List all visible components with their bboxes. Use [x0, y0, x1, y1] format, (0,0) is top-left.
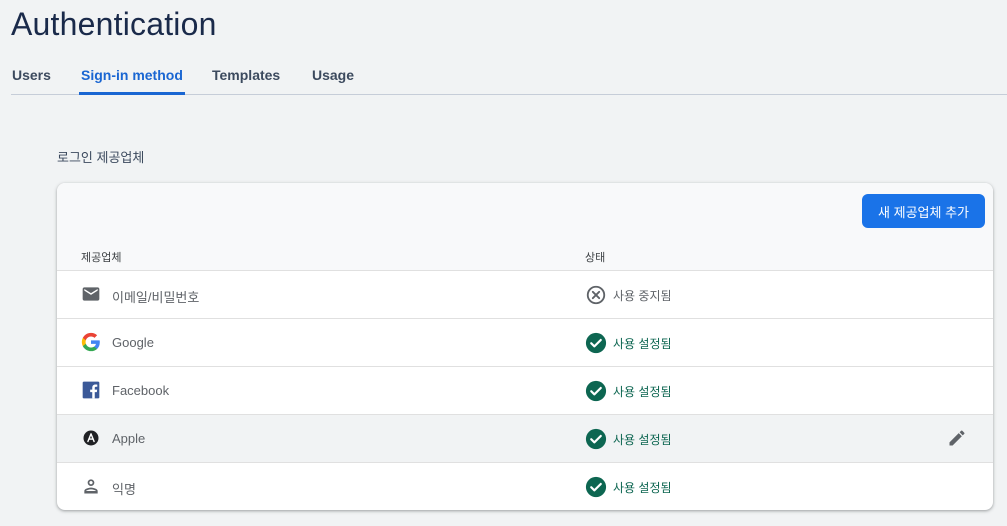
card-toolbar: 새 제공업체 추가 — [57, 183, 993, 242]
disabled-x-icon — [586, 285, 606, 305]
table-row[interactable]: Google 사용 설정됨 — [57, 319, 993, 367]
status-text: 사용 설정됨 — [613, 337, 672, 351]
check-circle-icon — [585, 380, 607, 402]
status-text: 사용 설정됨 — [613, 385, 672, 399]
table-row[interactable]: Facebook 사용 설정됨 — [57, 367, 993, 415]
check-circle-icon — [585, 428, 607, 450]
tab-templates[interactable]: Templates — [212, 67, 280, 94]
status-text: 사용 중지됨 — [613, 289, 672, 303]
page-title: Authentication — [11, 6, 217, 42]
edit-pencil-icon[interactable] — [947, 428, 967, 448]
facebook-icon — [82, 381, 100, 399]
check-circle-icon — [585, 476, 607, 498]
column-header-status: 상태 — [585, 252, 606, 264]
table-row[interactable]: 익명 사용 설정됨 — [57, 463, 993, 510]
provider-name: Apple — [112, 431, 146, 446]
tab-sign-in-method[interactable]: Sign-in method — [79, 67, 185, 95]
status-text: 사용 설정됨 — [613, 433, 672, 447]
tab-users[interactable]: Users — [12, 67, 51, 94]
person-icon — [84, 479, 98, 494]
tab-usage[interactable]: Usage — [312, 67, 354, 94]
provider-name: 익명 — [112, 482, 136, 497]
section-label: 로그인 제공업체 — [57, 150, 145, 165]
google-icon — [81, 332, 100, 352]
status-text: 사용 설정됨 — [613, 481, 672, 495]
table-row[interactable]: 이메일/비밀번호 사용 중지됨 — [57, 271, 993, 319]
table-header: 제공업체 상태 — [57, 242, 993, 271]
table-row[interactable]: Apple 사용 설정됨 — [57, 415, 993, 463]
provider-name: Facebook — [112, 383, 170, 398]
check-circle-icon — [585, 332, 607, 354]
column-header-provider: 제공업체 — [81, 252, 122, 264]
tab-bar: Users Sign-in method Templates Usage — [11, 58, 1007, 95]
provider-name: 이메일/비밀번호 — [112, 290, 200, 305]
email-icon — [82, 287, 100, 301]
add-provider-button[interactable]: 새 제공업체 추가 — [862, 194, 985, 228]
providers-card: 새 제공업체 추가 제공업체 상태 이메일/비밀번호 사용 중지됨 Google… — [57, 183, 993, 510]
provider-name: Google — [112, 335, 154, 350]
apple-icon — [83, 430, 99, 446]
